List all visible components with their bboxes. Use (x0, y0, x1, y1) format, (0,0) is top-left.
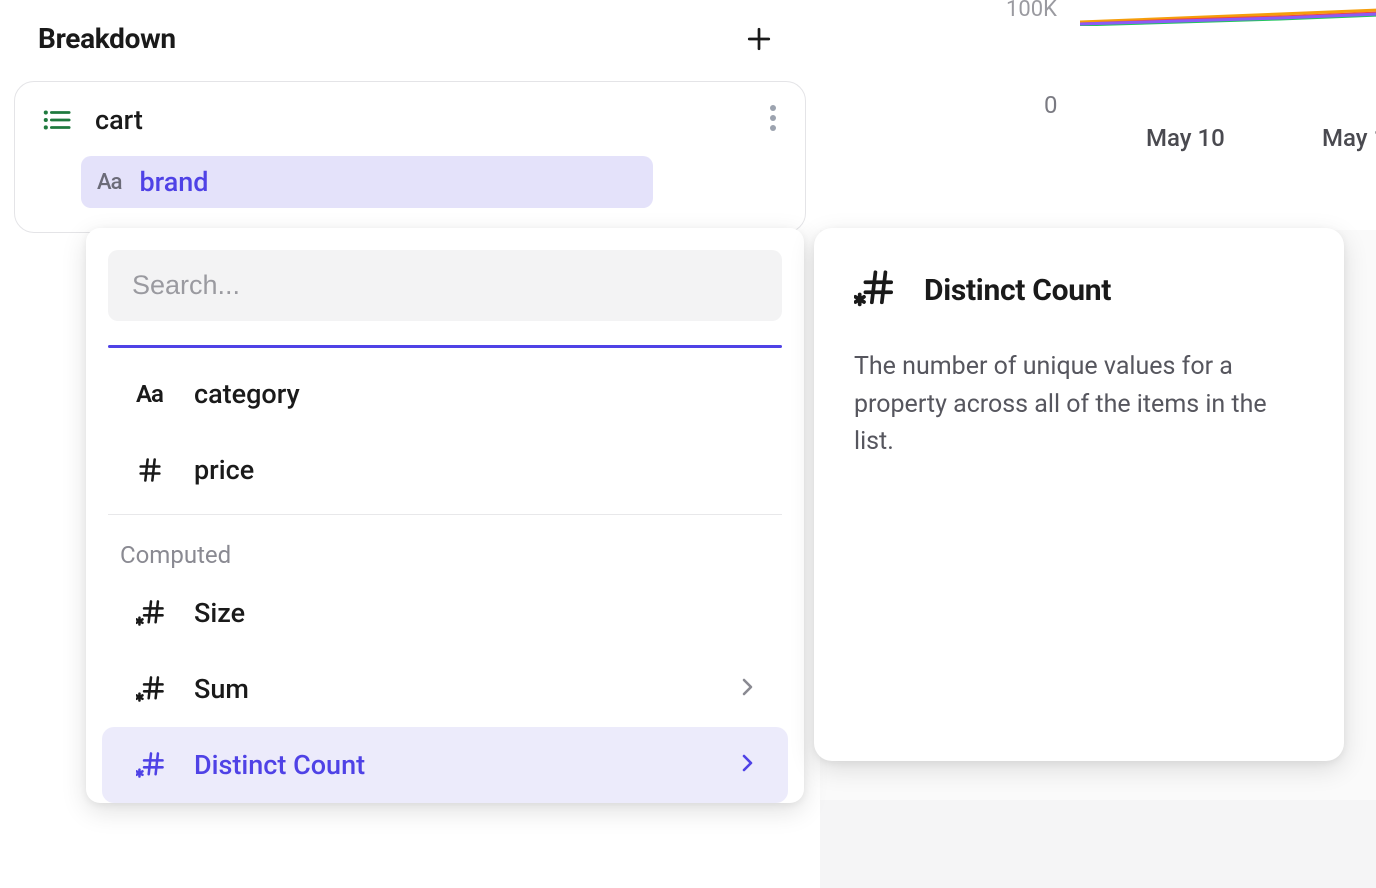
more-options-button[interactable] (769, 104, 777, 136)
breakdown-title: cart (95, 104, 143, 136)
detail-panel: Distinct Count The number of unique valu… (814, 228, 1344, 761)
divider (108, 514, 782, 515)
selected-property-chip[interactable]: Aa brand (81, 156, 653, 208)
computed-label: Size (194, 597, 245, 629)
chevron-right-icon (742, 753, 754, 777)
search-box[interactable] (108, 250, 782, 321)
text-type-icon: Aa (97, 170, 121, 195)
text-type-icon: Aa (136, 380, 172, 408)
breakdown-card[interactable]: cart Aa brand (14, 81, 806, 233)
add-breakdown-button[interactable] (746, 26, 772, 52)
computed-item-size[interactable]: Size (102, 575, 788, 651)
hash-star-icon (136, 674, 172, 704)
hash-star-icon (136, 750, 172, 780)
computed-item-distinct-count[interactable]: Distinct Count (102, 727, 788, 803)
detail-description: The number of unique values for a proper… (854, 348, 1304, 461)
computed-label: Distinct Count (194, 749, 365, 781)
chevron-right-icon (742, 677, 754, 701)
x-axis-tick-may10: May 10 (1146, 124, 1225, 152)
computed-item-sum[interactable]: Sum (102, 651, 788, 727)
property-label: price (194, 454, 254, 486)
hash-icon (136, 456, 172, 484)
property-item-price[interactable]: price (102, 432, 788, 508)
list-icon (43, 108, 71, 132)
y-axis-tick-0: 0 (1044, 91, 1058, 119)
property-dropdown: Aa category price Computed (86, 228, 804, 803)
detail-title: Distinct Count (924, 273, 1111, 308)
selected-property-name: brand (139, 166, 208, 198)
property-item-category[interactable]: Aa category (102, 356, 788, 432)
computed-label: Sum (194, 673, 249, 705)
background-strip (820, 800, 1376, 888)
search-input[interactable] (132, 270, 758, 301)
y-axis-tick-100k: 100K (1006, 0, 1057, 22)
chart-area: 100K 0 May 10 May 1 (820, 0, 1376, 230)
x-axis-tick-may1: May 1 (1322, 124, 1376, 152)
hash-star-icon (854, 268, 894, 312)
group-label-computed: Computed (86, 521, 804, 575)
section-title: Breakdown (38, 22, 176, 55)
property-label: category (194, 378, 300, 410)
hash-star-icon (136, 598, 172, 628)
chart-lines (1080, 2, 1376, 26)
